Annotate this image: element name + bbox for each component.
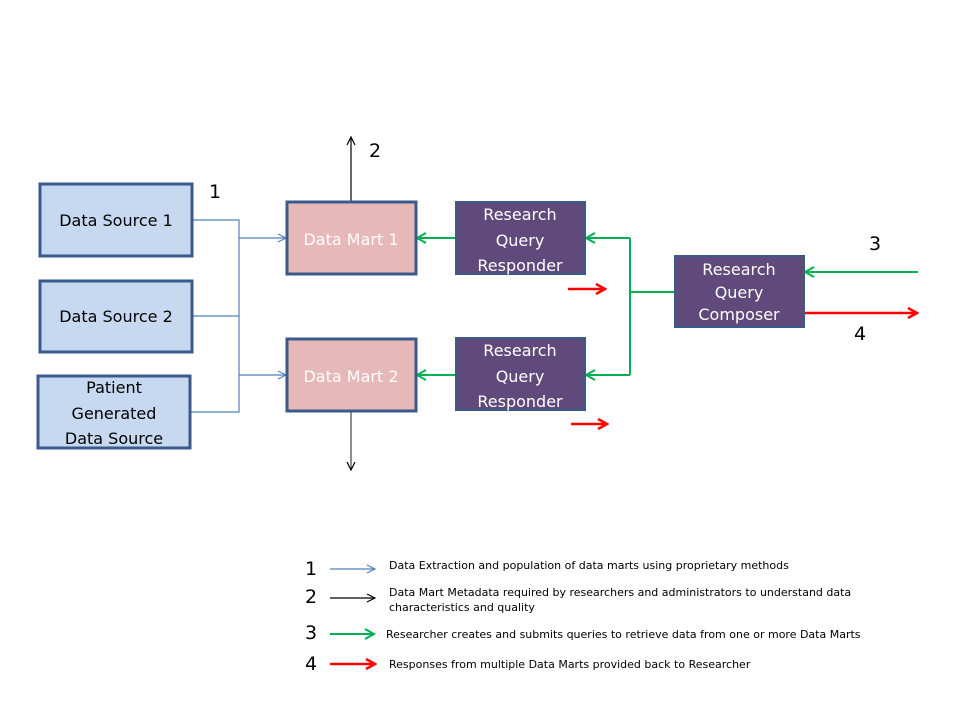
composer-label-2: Query — [715, 283, 764, 302]
legend: 1 Data Extraction and population of data… — [305, 558, 861, 675]
data-source-1[interactable]: Data Source 1 — [38, 182, 194, 258]
responder-2-label-2: Query — [496, 367, 545, 386]
legend-text: Researcher creates and submits queries t… — [386, 628, 861, 641]
legend-number: 2 — [305, 586, 317, 608]
research-query-composer[interactable]: Research Query Composer — [674, 255, 805, 328]
legend-number: 3 — [305, 622, 317, 644]
legend-item-1: 1 Data Extraction and population of data… — [305, 558, 789, 580]
legend-item-2: 2 Data Mart Metadata required by researc… — [305, 586, 851, 614]
data-source-2[interactable]: Data Source 2 — [38, 279, 194, 354]
research-query-responder-1[interactable]: Research Query Responder — [455, 201, 586, 275]
data-mart-2[interactable]: Data Mart 2 — [285, 337, 418, 413]
legend-text: Data Mart Metadata required by researche… — [389, 586, 851, 599]
responder-1-label-1: Research — [483, 205, 556, 224]
legend-text: Data Extraction and population of data m… — [389, 559, 789, 572]
research-query-responder-2[interactable]: Research Query Responder — [455, 337, 586, 411]
legend-text: Responses from multiple Data Marts provi… — [389, 658, 751, 671]
composer-label-3: Composer — [698, 305, 780, 324]
patient-source-label-1: Patient — [86, 378, 142, 397]
responder-1-label-2: Query — [496, 231, 545, 250]
responder-2-label-1: Research — [483, 341, 556, 360]
data-mart-2-label: Data Mart 2 — [303, 367, 398, 386]
patient-generated-data-source[interactable]: Patient Generated Data Source — [36, 374, 192, 450]
legend-number: 1 — [305, 558, 317, 580]
flow-label-1: 1 — [209, 181, 221, 203]
legend-item-4: 4 Responses from multiple Data Marts pro… — [305, 653, 751, 675]
flow-label-2: 2 — [369, 140, 381, 162]
patient-source-label-2: Generated — [72, 404, 157, 423]
data-source-2-label: Data Source 2 — [59, 307, 173, 326]
legend-number: 4 — [305, 653, 317, 675]
flow-label-3: 3 — [869, 233, 881, 255]
extraction-flow — [190, 219, 286, 413]
legend-text: characteristics and quality — [389, 601, 535, 614]
responder-1-label-3: Responder — [477, 256, 563, 275]
data-mart-1-label: Data Mart 1 — [303, 230, 398, 249]
legend-item-3: 3 Researcher creates and submits queries… — [305, 622, 861, 644]
flow-label-4: 4 — [854, 323, 866, 345]
composer-label-1: Research — [702, 260, 775, 279]
architecture-diagram: Data Source 1 Data Source 2 Patient Gene… — [36, 0, 960, 675]
patient-source-label-3: Data Source — [65, 429, 163, 448]
data-mart-1[interactable]: Data Mart 1 — [285, 200, 418, 276]
data-source-1-label: Data Source 1 — [59, 211, 173, 230]
responder-2-label-3: Responder — [477, 392, 563, 411]
